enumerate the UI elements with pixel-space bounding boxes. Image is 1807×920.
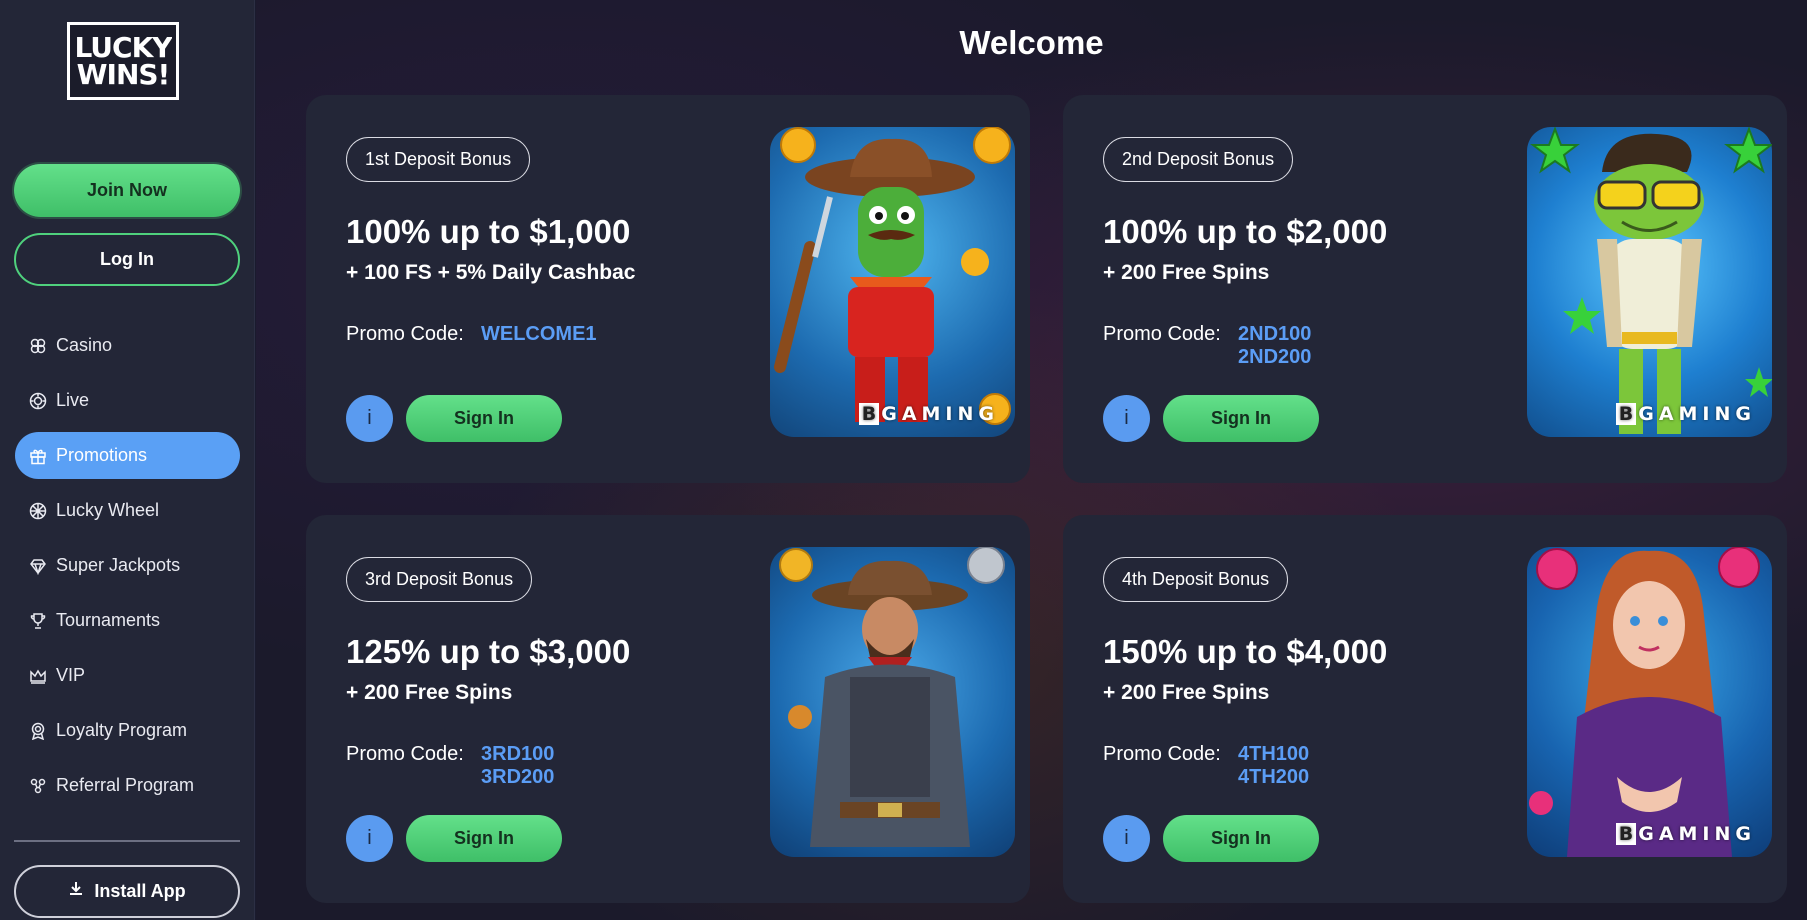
wheel-icon <box>29 502 47 520</box>
promo-codes: 3RD100 3RD200 <box>481 743 554 789</box>
promo-codes: 4TH100 4TH200 <box>1238 743 1309 789</box>
sidebar-item-label: VIP <box>56 665 86 685</box>
bonus-card-4: 4th Deposit Bonus 150% up to $4,000 + 20… <box>1063 515 1787 903</box>
bonus-card-2: 2nd Deposit Bonus 100% up to $2,000 + 20… <box>1063 95 1787 483</box>
install-app-label: Install App <box>94 881 186 901</box>
sign-in-button[interactable]: Sign In <box>406 815 562 862</box>
promo-code-label: Promo Code: <box>1103 743 1221 765</box>
sorceress-game-art: B GAMING <box>1527 547 1772 857</box>
promo-codes: 2ND100 2ND200 <box>1238 323 1311 369</box>
bonus-badge: 3rd Deposit Bonus <box>346 557 533 602</box>
sidebar-item-label: Promotions <box>56 445 148 465</box>
install-app-button[interactable]: Install App <box>14 865 240 918</box>
bgaming-brand: B GAMING <box>1615 823 1756 845</box>
crown-icon <box>29 667 47 685</box>
info-button[interactable]: i <box>346 395 393 442</box>
promo-code[interactable]: 2ND200 <box>1238 346 1311 369</box>
sign-in-button[interactable]: Sign In <box>1163 815 1319 862</box>
trophy-icon <box>29 612 47 630</box>
referral-icon <box>29 777 47 795</box>
bonus-headline: 150% up to $4,000 <box>1103 633 1388 670</box>
brand-letter: B <box>1615 403 1637 425</box>
download-icon <box>68 881 84 902</box>
bonus-card-3: 3rd Deposit Bonus 125% up to $3,000 + 20… <box>306 515 1030 903</box>
info-button[interactable]: i <box>1103 815 1150 862</box>
join-now-button[interactable]: Join Now <box>14 164 240 217</box>
bonus-headline: 125% up to $3,000 <box>346 633 631 670</box>
bonus-headline: 100% up to $2,000 <box>1103 213 1388 250</box>
diamond-icon <box>29 557 47 575</box>
bonus-headline: 100% up to $1,000 <box>346 213 631 250</box>
sidebar-item-label: Referral Program <box>56 775 195 795</box>
log-in-button[interactable]: Log In <box>14 233 240 286</box>
promo-code-label: Promo Code: <box>1103 323 1221 345</box>
sidebar-item-label: Super Jackpots <box>56 555 181 575</box>
sidebar-item-label: Tournaments <box>56 610 161 630</box>
sidebar-item-label: Lucky Wheel <box>56 500 160 520</box>
sidebar-item-tournaments[interactable]: Tournaments <box>15 597 240 644</box>
lucky-wins-logo[interactable]: LUCKY WINS! <box>67 22 179 100</box>
elvis-frog-game-art: B GAMING <box>1527 127 1772 437</box>
sidebar-item-live[interactable]: Live <box>15 377 240 424</box>
promo-code[interactable]: 4TH200 <box>1238 766 1309 789</box>
sidebar-item-super-jackpots[interactable]: Super Jackpots <box>15 542 240 589</box>
bgaming-brand: B GAMING <box>858 403 999 425</box>
bonus-badge: 2nd Deposit Bonus <box>1103 137 1294 182</box>
brand-text: GAMING <box>1638 403 1756 425</box>
sign-in-button[interactable]: Sign In <box>406 395 562 442</box>
live-chip-icon <box>29 392 47 410</box>
logo-line-2: WINS! <box>76 58 171 91</box>
info-button[interactable]: i <box>1103 395 1150 442</box>
gunslinger-game-art <box>770 547 1015 857</box>
promo-codes: WELCOME1 <box>481 323 597 346</box>
promo-code-label: Promo Code: <box>346 323 464 345</box>
bgaming-brand: B GAMING <box>1615 403 1756 425</box>
cactus-cowboy-game-art: B GAMING <box>770 127 1015 437</box>
promo-code[interactable]: 3RD100 <box>481 743 554 766</box>
sidebar-item-vip[interactable]: VIP <box>15 652 240 699</box>
promo-code[interactable]: 3RD200 <box>481 766 554 789</box>
sidebar-item-label: Casino <box>56 335 113 355</box>
bonus-subline: + 200 Free Spins <box>1103 261 1270 284</box>
brand-text: GAMING <box>881 403 999 425</box>
sidebar-item-label: Live <box>56 390 90 410</box>
sign-in-button[interactable]: Sign In <box>1163 395 1319 442</box>
sidebar-nav: Casino Live Promotions Lucky Wheel Super… <box>15 322 240 817</box>
clover-icon <box>29 337 47 355</box>
sidebar-item-referral-program[interactable]: Referral Program <box>15 762 240 809</box>
info-button[interactable]: i <box>346 815 393 862</box>
sidebar-item-casino[interactable]: Casino <box>15 322 240 369</box>
bonus-badge: 4th Deposit Bonus <box>1103 557 1289 602</box>
bonus-badge: 1st Deposit Bonus <box>346 137 531 182</box>
promo-code-label: Promo Code: <box>346 743 464 765</box>
sidebar-item-lucky-wheel[interactable]: Lucky Wheel <box>15 487 240 534</box>
brand-letter: B <box>1615 823 1637 845</box>
promo-code[interactable]: 4TH100 <box>1238 743 1309 766</box>
medal-icon <box>29 722 47 740</box>
sidebar-item-label: Loyalty Program <box>56 720 188 740</box>
main-content: Welcome 1st Deposit Bonus 100% up to $1,… <box>256 0 1807 920</box>
bonus-card-1: 1st Deposit Bonus 100% up to $1,000 + 10… <box>306 95 1030 483</box>
brand-letter: B <box>858 403 880 425</box>
page-title: Welcome <box>959 24 1104 61</box>
bonus-subline: + 200 Free Spins <box>346 681 513 704</box>
sidebar-item-promotions[interactable]: Promotions <box>15 432 240 479</box>
brand-text: GAMING <box>1638 823 1756 845</box>
promo-code[interactable]: WELCOME1 <box>481 323 597 346</box>
sidebar-divider <box>14 840 240 842</box>
promo-code[interactable]: 2ND100 <box>1238 323 1311 346</box>
sidebar-item-loyalty-program[interactable]: Loyalty Program <box>15 707 240 754</box>
bonus-subline: + 200 Free Spins <box>1103 681 1270 704</box>
sidebar: LUCKY WINS! Join Now Log In Casino Live <box>0 0 255 920</box>
bonus-subline: + 100 FS + 5% Daily Cashbac <box>346 261 636 284</box>
gift-icon <box>29 447 47 465</box>
logo-line-1: LUCKY <box>74 31 172 64</box>
